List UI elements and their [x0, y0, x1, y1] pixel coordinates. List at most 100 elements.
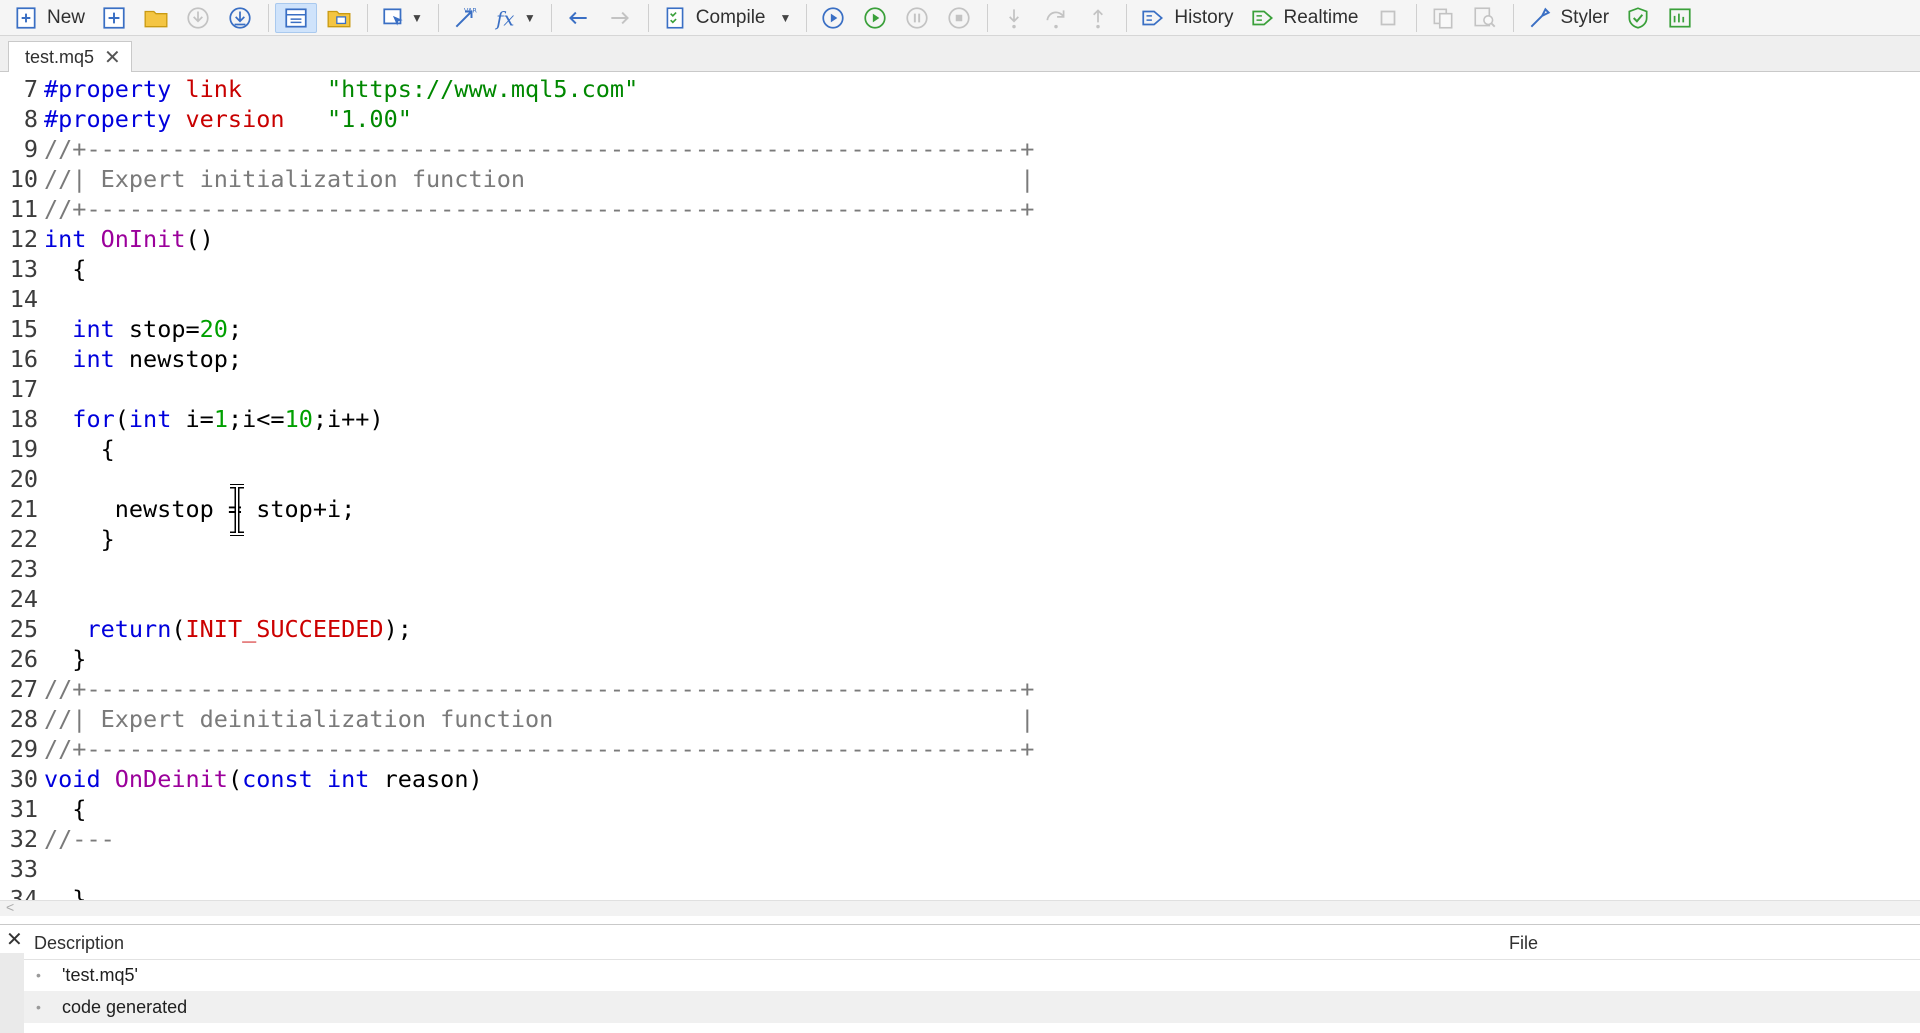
go-to-variable-button[interactable]: VAR	[445, 3, 485, 33]
code-line[interactable]: 15 int stop=20;	[0, 314, 242, 344]
open-folder-button[interactable]	[136, 3, 176, 33]
find-button[interactable]	[1465, 3, 1505, 33]
code-text: #property link "https://www.mql5.com"	[44, 75, 638, 103]
code-editor[interactable]: 7 #property link "https://www.mql5.com" 8 #…	[0, 72, 1920, 900]
code-line[interactable]: 33	[0, 854, 44, 884]
pause-button[interactable]	[897, 3, 937, 33]
copy-icon	[1433, 8, 1452, 29]
code-line[interactable]: 23	[0, 554, 44, 584]
code-token: "1.00"	[326, 105, 412, 133]
code-line[interactable]: 34 }	[0, 884, 87, 900]
copy-button[interactable]	[1423, 3, 1463, 33]
run-button[interactable]	[855, 3, 895, 33]
realtime-button[interactable]: Realtime	[1243, 3, 1366, 33]
step-into-button[interactable]	[994, 3, 1034, 33]
add-file-icon	[103, 6, 125, 29]
market-button[interactable]	[1618, 3, 1658, 33]
code-line[interactable]: 16 int newstop;	[0, 344, 242, 374]
code-line[interactable]: 8 #property version "1.00"	[0, 104, 412, 134]
styler-label: Styler	[1560, 6, 1610, 28]
toolbar-separator	[987, 3, 989, 32]
code-line[interactable]: 22 }	[0, 524, 115, 554]
chevron-down-icon[interactable]: ▼	[524, 11, 536, 25]
download-button[interactable]	[178, 3, 218, 33]
new-label: New	[47, 6, 86, 28]
new-button[interactable]: New	[6, 3, 92, 33]
code-line[interactable]: 17	[0, 374, 44, 404]
code-line[interactable]: 10//| Expert initialization function |	[0, 164, 1035, 194]
code-line[interactable]: 24	[0, 584, 44, 614]
tab-label: test.mq5	[25, 46, 95, 67]
code-line[interactable]: 30 void OnDeinit(const int reason)	[0, 764, 483, 794]
stop-test-button[interactable]	[1368, 3, 1408, 33]
add-file-button[interactable]	[94, 3, 134, 33]
code-line[interactable]: 11//+-----------------------------------…	[0, 194, 1035, 224]
code-token: stop=	[114, 315, 200, 343]
list-item[interactable]: • 'test.mq5'	[24, 959, 1920, 991]
code-line[interactable]: 27//+-----------------------------------…	[0, 674, 1035, 704]
code-line[interactable]: 26 }	[0, 644, 87, 674]
line-number: 28	[9, 705, 38, 733]
function-list-button[interactable]: fx ▼	[487, 3, 543, 33]
code-token: reason)	[369, 765, 483, 793]
navigate-button[interactable]: ▼	[374, 3, 430, 33]
styler-button[interactable]: Styler	[1520, 3, 1617, 33]
code-line[interactable]: 32//---	[0, 824, 115, 854]
code-line[interactable]: 21 newstop = stop+i;	[0, 494, 356, 524]
code-line[interactable]: 25 return(INIT_SUCCEEDED);	[0, 614, 412, 644]
compile-button[interactable]: Compile ▼	[655, 3, 799, 33]
code-line[interactable]: 20	[0, 464, 44, 494]
code-token: }	[44, 885, 87, 900]
save-download-icon	[229, 6, 251, 29]
step-into-icon	[1009, 8, 1020, 28]
code-line[interactable]: 28//| Expert deinitialization function |	[0, 704, 1035, 734]
code-token: ()	[185, 225, 214, 253]
horizontal-scrollbar[interactable]: <	[0, 899, 1920, 916]
code-line[interactable]: 31 {	[0, 794, 87, 824]
scroll-left-icon[interactable]: <	[6, 899, 14, 915]
chevron-down-icon[interactable]: ▼	[411, 11, 423, 25]
line-number: 8	[23, 105, 38, 133]
line-number: 7	[23, 75, 38, 103]
save-button[interactable]	[220, 3, 260, 33]
code-token: version	[185, 105, 285, 133]
play-icon	[864, 6, 887, 29]
toolbar-separator	[1415, 3, 1417, 32]
code-line[interactable]: 13 {	[0, 254, 87, 284]
back-button[interactable]	[558, 3, 598, 33]
code-line[interactable]: 12 int OnInit()	[0, 224, 214, 254]
toolbox-toggle-button[interactable]	[319, 3, 359, 33]
code-line[interactable]: 7 #property link "https://www.mql5.com"	[0, 74, 638, 104]
code-token: ;	[227, 315, 243, 343]
code-line[interactable]: 29//+-----------------------------------…	[0, 734, 1035, 764]
ibeam-cursor-icon	[230, 484, 244, 536]
tab-test-mq5[interactable]: test.mq5 ✕	[8, 41, 132, 72]
step-over-button[interactable]	[1036, 3, 1076, 33]
function-icon: fx	[494, 7, 514, 30]
navigator-toggle-button[interactable]	[275, 2, 318, 33]
code-line[interactable]: 18 for(int i=1;i<=10;i++)	[0, 404, 384, 434]
code-line[interactable]: 19 {	[0, 434, 115, 464]
code-token: for	[72, 405, 115, 433]
forward-button[interactable]	[600, 3, 640, 33]
list-item[interactable]: • code generated	[24, 991, 1920, 1023]
chart-button[interactable]	[1660, 3, 1700, 33]
stop-button[interactable]	[939, 3, 979, 33]
line-number: 21	[9, 495, 38, 523]
line-number: 16	[9, 345, 38, 373]
history-button[interactable]: History	[1133, 3, 1240, 33]
close-icon[interactable]: ✕	[104, 45, 121, 70]
column-header-file[interactable]: File	[1509, 933, 1538, 954]
chevron-down-icon[interactable]: ▼	[780, 11, 792, 25]
toolbar-separator	[437, 3, 439, 32]
code-line[interactable]: 9//+------------------------------------…	[0, 134, 1035, 164]
code-line[interactable]: 14	[0, 284, 44, 314]
debug-start-button[interactable]	[813, 3, 853, 33]
close-icon[interactable]: ✕	[6, 927, 23, 952]
compile-icon	[666, 6, 684, 29]
code-text: //+-------------------------------------…	[44, 195, 1034, 223]
column-header-description[interactable]: Description	[34, 933, 124, 954]
step-out-button[interactable]	[1078, 3, 1118, 33]
line-number: 31	[9, 795, 38, 823]
cursor-select-icon	[383, 7, 403, 26]
